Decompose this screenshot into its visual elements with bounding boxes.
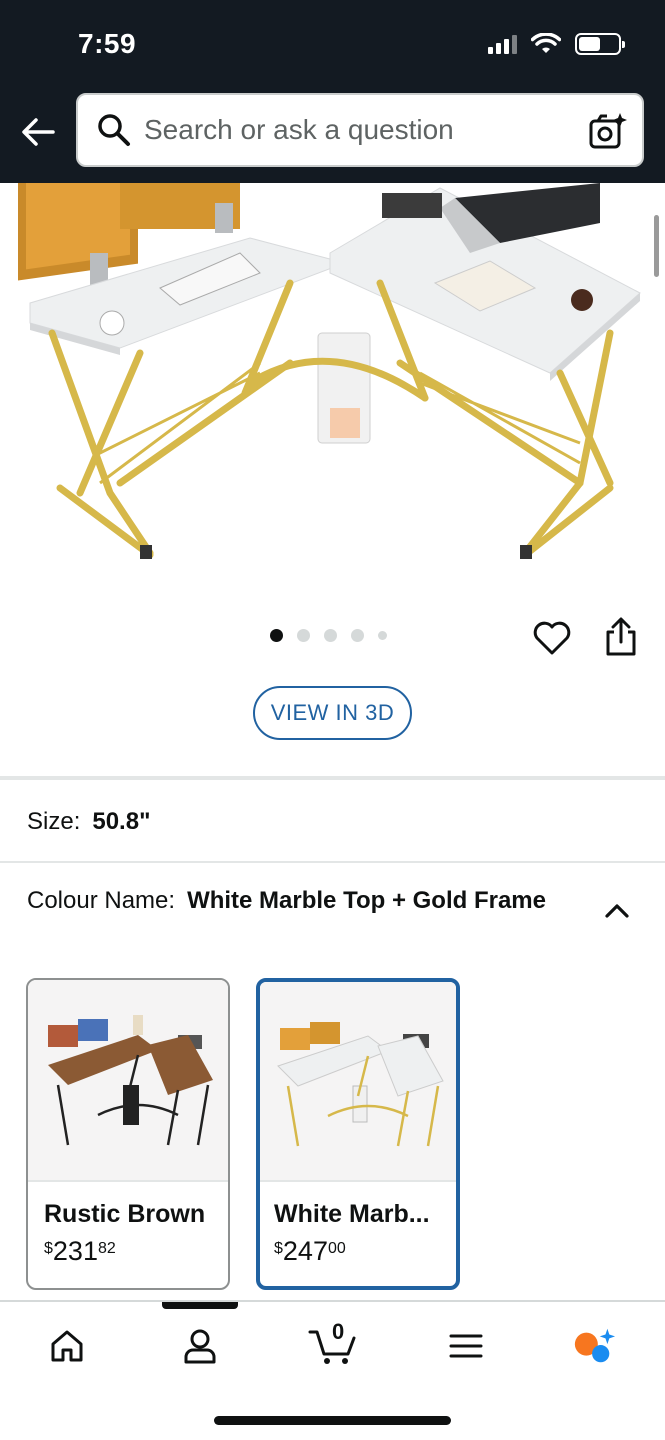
search-bar[interactable] [76,93,644,167]
view-in-3d-button[interactable]: VIEW IN 3D [253,686,412,740]
price-whole: 247 [282,1236,328,1266]
pager-dot-4[interactable] [351,629,364,642]
product-image[interactable] [0,183,665,583]
price-currency: $ [274,1240,283,1257]
image-pager-dots[interactable] [270,629,387,642]
chevron-up-icon[interactable] [604,898,630,924]
colour-swatch-rustic-brown[interactable]: Rustic Brown $231 82 [26,978,230,1290]
battery-icon [575,33,625,55]
swatch-price: $247 00 [274,1236,346,1267]
price-whole: 231 [52,1236,98,1266]
share-icon[interactable] [602,616,640,658]
size-value: 50.8" [92,808,151,835]
price-cents: 00 [327,1240,346,1257]
wishlist-heart-icon[interactable] [532,618,572,658]
active-tab-indicator [162,1302,238,1309]
status-time: 7:59 [78,28,137,59]
price-currency: $ [44,1240,53,1257]
nav-account[interactable] [178,1324,222,1368]
section-divider [0,861,665,863]
cellular-signal-icon [488,34,517,54]
swatch-name: Rustic Brown [44,1200,206,1228]
camera-search-icon[interactable] [588,111,628,151]
colour-value: White Marble Top + Gold Frame [187,887,546,914]
search-input[interactable] [144,114,574,146]
cart-count-badge: 0 [332,1319,345,1344]
colour-selector-header[interactable]: Colour Name: White Marble Top + Gold Fram… [27,884,547,918]
swatch-price: $231 82 [44,1236,116,1267]
home-indicator [214,1416,451,1425]
assistant-icon [574,1328,616,1363]
menu-icon [449,1334,483,1358]
swatch-name: White Marb... [274,1200,430,1228]
swatch-thumbnail [28,980,228,1182]
user-icon [184,1329,216,1364]
search-icon [94,110,134,150]
desk-illustration [0,183,665,583]
size-selector[interactable]: Size: 50.8" [27,808,150,836]
pager-dot-3[interactable] [324,629,337,642]
section-divider [0,776,665,780]
colour-swatch-white-marble[interactable]: White Marb... $247 00 [256,978,460,1290]
top-header: 7:59 [0,0,665,183]
pager-dot-2[interactable] [297,629,310,642]
nav-menu[interactable] [444,1324,488,1368]
home-icon [51,1330,83,1362]
nav-home[interactable] [45,1324,89,1368]
pager-dot-5[interactable] [378,631,387,640]
status-icons [488,33,625,55]
swatch-thumbnail [260,982,456,1182]
back-arrow-icon [22,118,55,146]
pager-dot-1[interactable] [270,629,283,642]
size-label: Size: [27,808,81,835]
price-cents: 82 [97,1240,116,1257]
colour-label: Colour Name: [27,887,176,914]
scroll-indicator [654,215,659,277]
wifi-icon [531,33,561,53]
back-button[interactable] [18,112,58,152]
nav-rufus-assistant[interactable] [572,1324,616,1368]
